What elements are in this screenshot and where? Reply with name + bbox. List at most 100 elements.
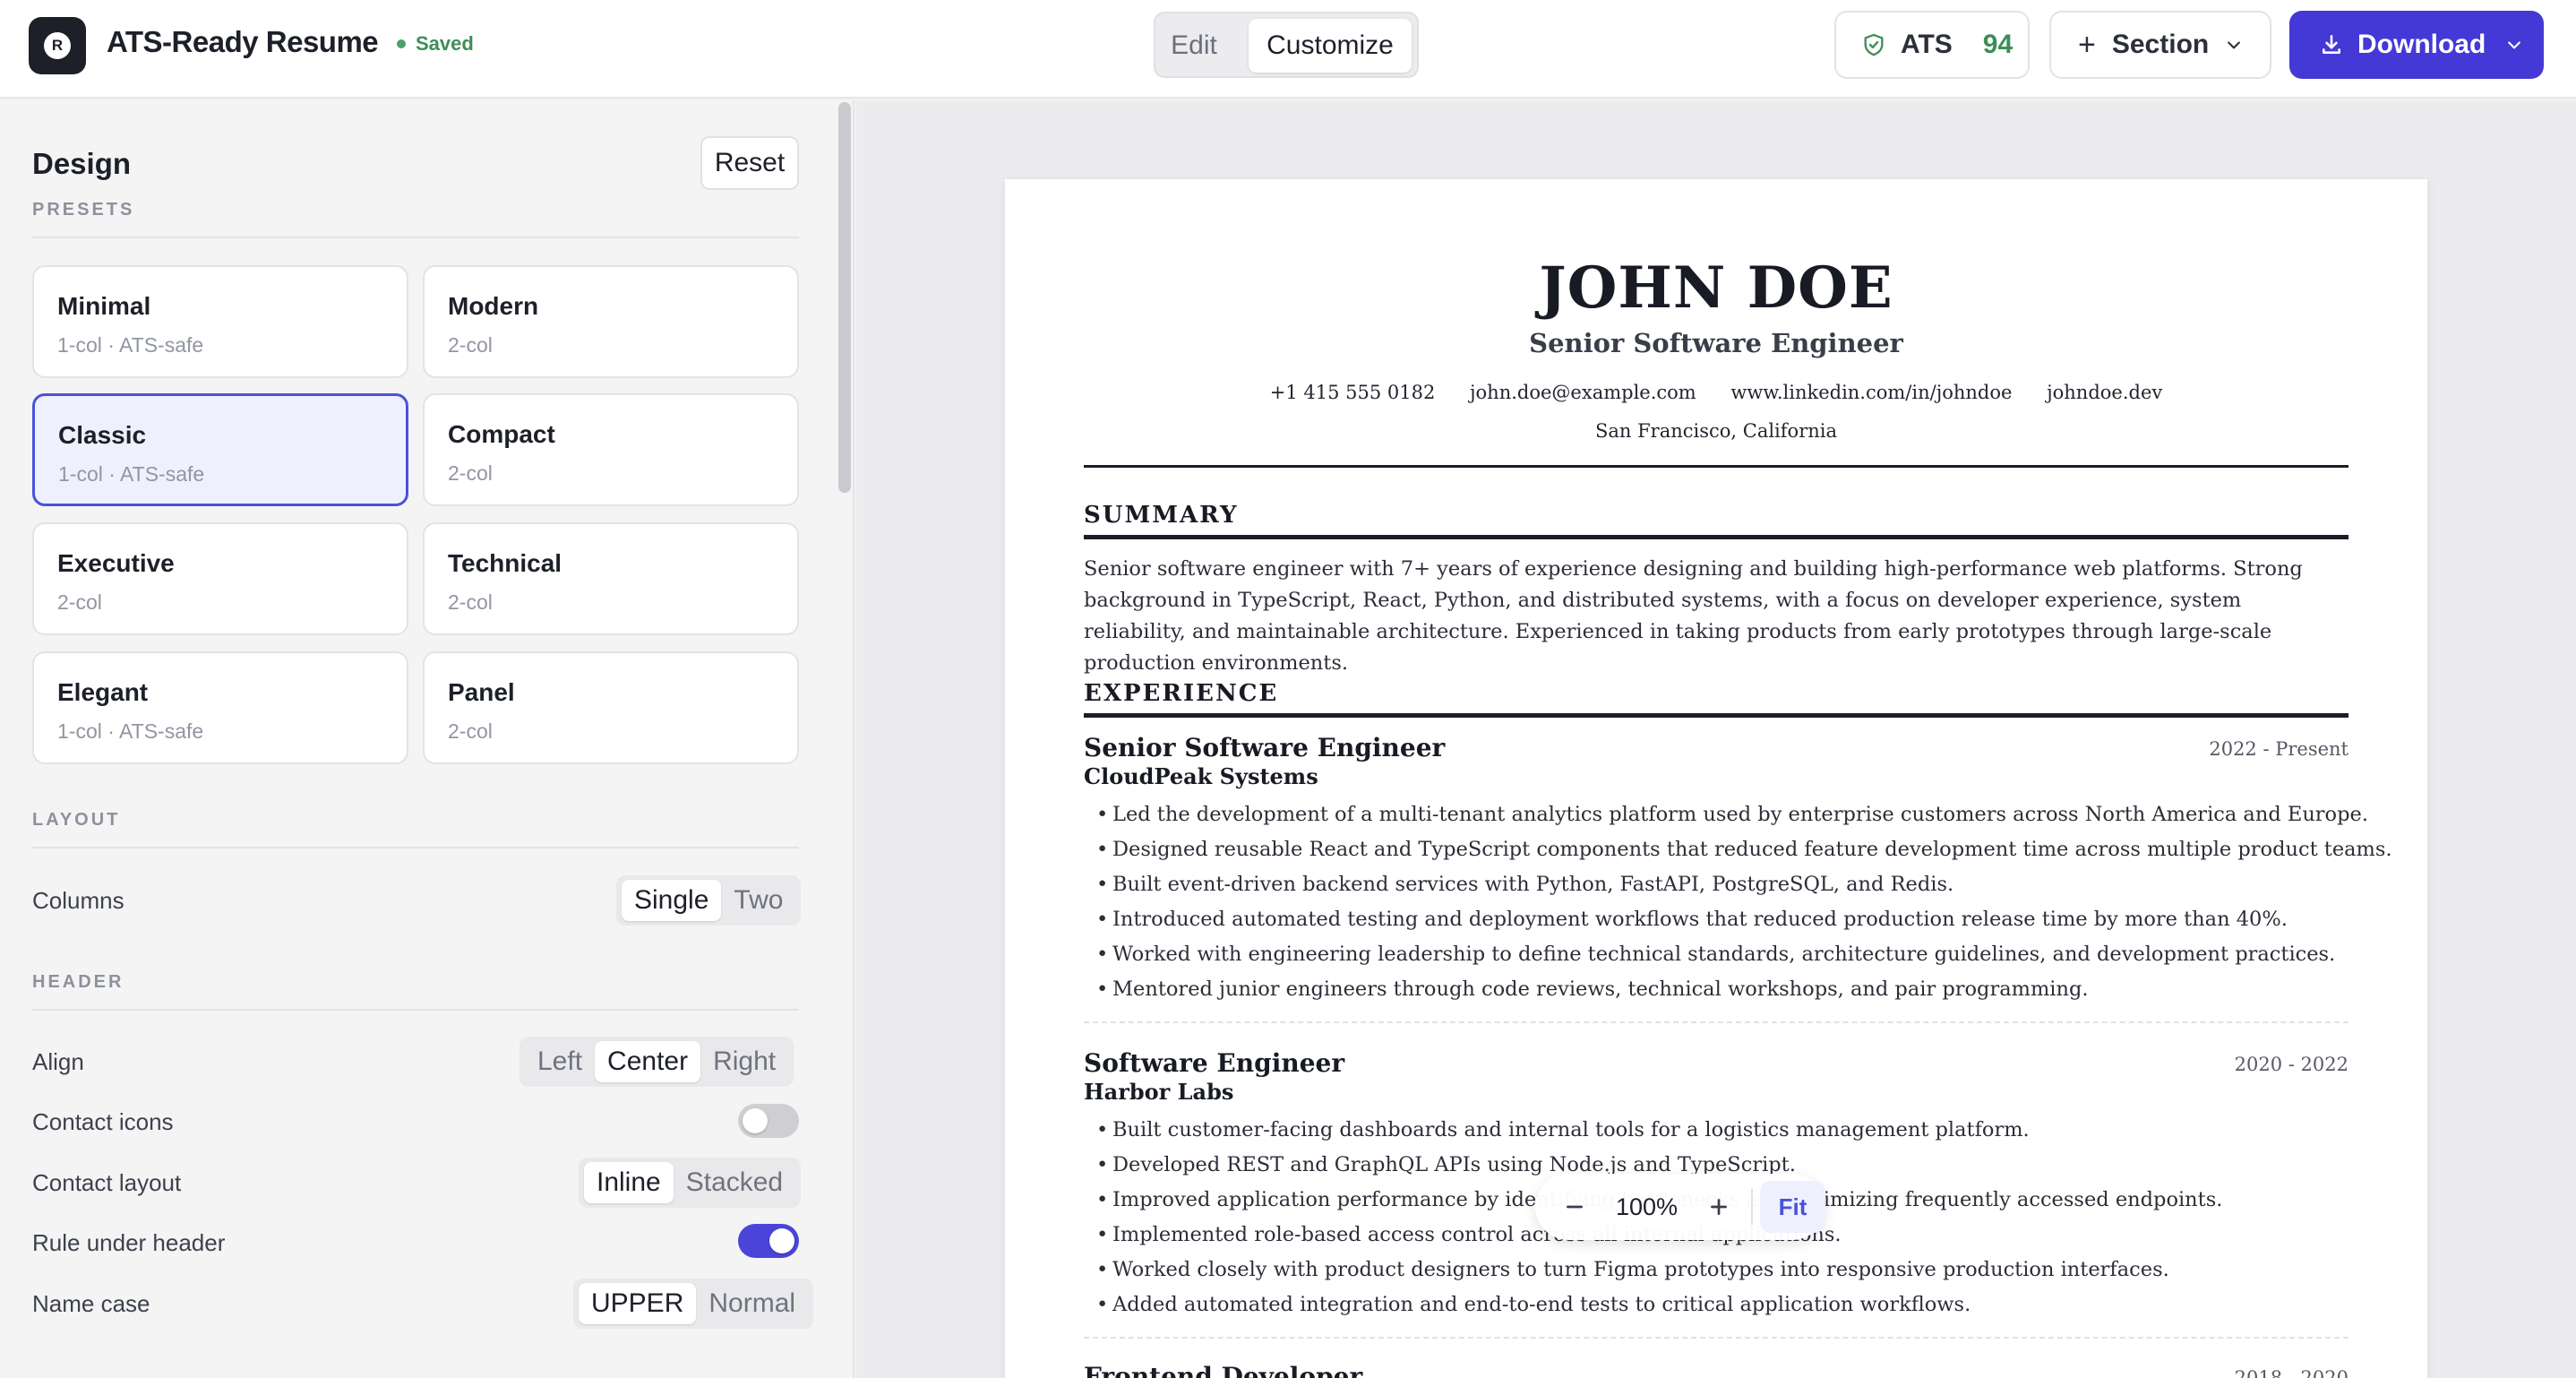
preset-name: Panel bbox=[448, 678, 515, 706]
scrollbar-thumb[interactable] bbox=[838, 102, 851, 493]
preset-meta: 1-col · ATS-safe bbox=[57, 333, 204, 357]
preset-name: Minimal bbox=[57, 292, 151, 320]
list-item: Mentored junior engineers through code r… bbox=[1096, 972, 2392, 1007]
summary-text: Senior software engineer with 7+ years o… bbox=[1084, 557, 2303, 675]
job-dates: 2020 - 2022 bbox=[2234, 1054, 2348, 1075]
contact-email: john.doe@example.com bbox=[1470, 382, 1696, 403]
resume-contacts: +1 415 555 0182 john.doe@example.com www… bbox=[1005, 382, 2427, 403]
preset-meta: 1-col · ATS-safe bbox=[57, 719, 204, 743]
preset-meta: 2-col bbox=[448, 461, 493, 485]
list-item: Introduced automated testing and deploym… bbox=[1096, 902, 2392, 937]
preset-name: Classic bbox=[58, 421, 147, 449]
design-panel: Design Reset PRESETS Minimal 1-col · ATS… bbox=[0, 100, 854, 1378]
divider bbox=[32, 847, 799, 848]
contact-icons-toggle[interactable] bbox=[738, 1104, 799, 1138]
preset-name: Compact bbox=[448, 420, 555, 448]
name-case-segmented-control: UPPER Normal bbox=[573, 1279, 814, 1329]
name-case-option-normal[interactable]: Normal bbox=[696, 1283, 808, 1324]
ats-score-value: 94 bbox=[1982, 30, 2014, 59]
zoom-divider bbox=[1751, 1189, 1753, 1225]
rule-under-header-label: Rule under header bbox=[32, 1229, 226, 1256]
list-item: Worked closely with product designers to… bbox=[1096, 1253, 2222, 1288]
align-option-center[interactable]: Center bbox=[595, 1041, 701, 1082]
summary-heading: SUMMARY bbox=[1084, 502, 1239, 529]
contact-layout-option-inline[interactable]: Inline bbox=[584, 1162, 674, 1203]
preset-name: Technical bbox=[448, 549, 562, 577]
rule-under-header-toggle[interactable] bbox=[738, 1224, 799, 1258]
preset-compact[interactable]: Compact 2-col bbox=[423, 393, 799, 506]
logo-letter: R bbox=[44, 32, 71, 59]
preview-canvas: JOHN DOE Senior Software Engineer +1 415… bbox=[856, 100, 2576, 1378]
name-case-option-upper[interactable]: UPPER bbox=[579, 1283, 697, 1324]
contact-icons-label: Contact icons bbox=[32, 1108, 174, 1135]
preset-name: Elegant bbox=[57, 678, 149, 706]
ats-score-button[interactable]: ATS 94 bbox=[1834, 11, 2030, 79]
job-entry: Frontend Developer 2018 - 2020 bbox=[1084, 1362, 2348, 1378]
toggle-knob bbox=[743, 1108, 768, 1133]
list-item: Designed reusable React and TypeScript c… bbox=[1096, 832, 2392, 867]
tab-customize[interactable]: Customize bbox=[1249, 19, 1412, 73]
presets-label: PRESETS bbox=[32, 200, 135, 220]
tab-edit[interactable]: Edit bbox=[1164, 19, 1224, 73]
preset-minimal[interactable]: Minimal 1-col · ATS-safe bbox=[32, 265, 408, 378]
document-title[interactable]: ATS-Ready Resume bbox=[107, 25, 379, 59]
header-label: HEADER bbox=[32, 972, 125, 992]
preset-meta: 2-col bbox=[57, 590, 102, 614]
zoom-in-button[interactable] bbox=[1693, 1180, 1746, 1234]
chevron-down-icon bbox=[2508, 41, 2521, 49]
reset-button[interactable]: Reset bbox=[700, 136, 799, 190]
zoom-out-button[interactable] bbox=[1548, 1180, 1601, 1234]
preset-modern[interactable]: Modern 2-col bbox=[423, 265, 799, 378]
top-bar: R ATS-Ready Resume Saved Edit Customize … bbox=[0, 0, 2576, 99]
resume-role: Senior Software Engineer bbox=[1529, 328, 1903, 358]
contact-phone: +1 415 555 0182 bbox=[1269, 382, 1436, 403]
download-button[interactable]: Download bbox=[2289, 11, 2544, 79]
app-logo: R bbox=[29, 17, 86, 74]
preset-executive[interactable]: Executive 2-col bbox=[32, 522, 408, 635]
job-company: Harbor Labs bbox=[1084, 1079, 1234, 1105]
columns-option-single[interactable]: Single bbox=[622, 880, 722, 921]
shield-check-icon bbox=[1864, 33, 1884, 56]
contact-layout-label: Contact layout bbox=[32, 1169, 182, 1196]
zoom-fit-button[interactable]: Fit bbox=[1759, 1181, 1825, 1233]
align-option-right[interactable]: Right bbox=[700, 1041, 788, 1082]
divider bbox=[32, 1009, 799, 1011]
name-case-label: Name case bbox=[32, 1290, 150, 1317]
add-section-button[interactable]: + Section bbox=[2049, 11, 2271, 79]
plus-icon bbox=[1711, 1199, 1728, 1215]
preset-elegant[interactable]: Elegant 1-col · ATS-safe bbox=[32, 651, 408, 764]
add-section-label: Section bbox=[2111, 30, 2210, 59]
preset-meta: 1-col · ATS-safe bbox=[58, 462, 205, 486]
header-rule bbox=[1084, 465, 2348, 468]
save-status-text: Saved bbox=[416, 32, 474, 55]
resume-name: JOHN DOE bbox=[1539, 254, 1893, 322]
job-company: CloudPeak Systems bbox=[1084, 763, 1318, 789]
save-status: Saved bbox=[397, 32, 474, 56]
job-dates: 2022 - Present bbox=[2209, 738, 2348, 760]
job-title: Senior Software Engineer bbox=[1084, 733, 1446, 762]
layout-label: LAYOUT bbox=[32, 810, 121, 830]
download-label: Download bbox=[2357, 30, 2486, 59]
panel-scrollbar[interactable] bbox=[838, 100, 851, 1378]
columns-label: Columns bbox=[32, 887, 125, 914]
resume-location: San Francisco, California bbox=[1594, 420, 1837, 442]
contact-layout-option-stacked[interactable]: Stacked bbox=[674, 1162, 795, 1203]
minus-icon bbox=[1566, 1205, 1583, 1209]
section-rule bbox=[1084, 713, 2348, 718]
preset-name: Modern bbox=[448, 292, 539, 320]
preset-classic[interactable]: Classic 1-col · ATS-safe bbox=[32, 393, 408, 506]
contact-website: johndoe.dev bbox=[2047, 382, 2163, 403]
job-dates: 2018 - 2020 bbox=[2234, 1367, 2348, 1378]
status-dot-icon bbox=[397, 39, 406, 48]
contact-linkedin: www.linkedin.com/in/johndoe bbox=[1730, 382, 2013, 403]
align-label: Align bbox=[32, 1048, 84, 1075]
ats-label: ATS bbox=[1901, 30, 1953, 59]
align-option-left[interactable]: Left bbox=[525, 1041, 595, 1082]
job-divider bbox=[1084, 1337, 2348, 1339]
preset-technical[interactable]: Technical 2-col bbox=[423, 522, 799, 635]
columns-option-two[interactable]: Two bbox=[721, 880, 795, 921]
preset-panel[interactable]: Panel 2-col bbox=[423, 651, 799, 764]
plus-icon: + bbox=[2078, 28, 2096, 62]
download-icon bbox=[2323, 34, 2340, 54]
list-item: Added automated integration and end-to-e… bbox=[1096, 1288, 2222, 1322]
